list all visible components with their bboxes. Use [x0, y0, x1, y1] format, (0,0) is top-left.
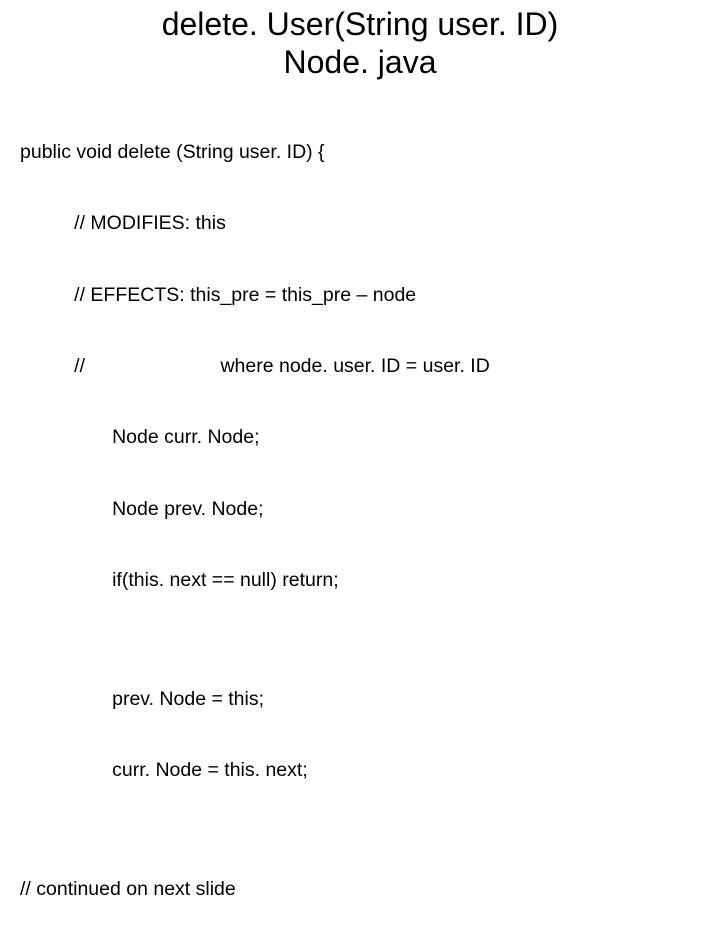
code-line: public void delete (String user. ID) { [20, 141, 720, 165]
slide: delete. User(String user. ID) Node. java… [0, 0, 720, 540]
code-line: curr. Node = this. next; [20, 759, 720, 783]
code-block: public void delete (String user. ID) { /… [0, 94, 720, 950]
title-line-2: Node. java [284, 44, 437, 80]
code-line: // EFFECTS: this_pre = this_pre – node [20, 284, 720, 308]
code-line: // continued on next slide [20, 878, 720, 902]
slide-title: delete. User(String user. ID) Node. java [0, 6, 720, 82]
code-line: if(this. next == null) return; [20, 569, 720, 593]
code-line: prev. Node = this; [20, 688, 720, 712]
title-line-1: delete. User(String user. ID) [162, 6, 559, 42]
code-line: // MODIFIES: this [20, 212, 720, 236]
code-line: // where node. user. ID = user. ID [20, 355, 720, 379]
code-line: Node prev. Node; [20, 498, 720, 522]
code-line: Node curr. Node; [20, 426, 720, 450]
